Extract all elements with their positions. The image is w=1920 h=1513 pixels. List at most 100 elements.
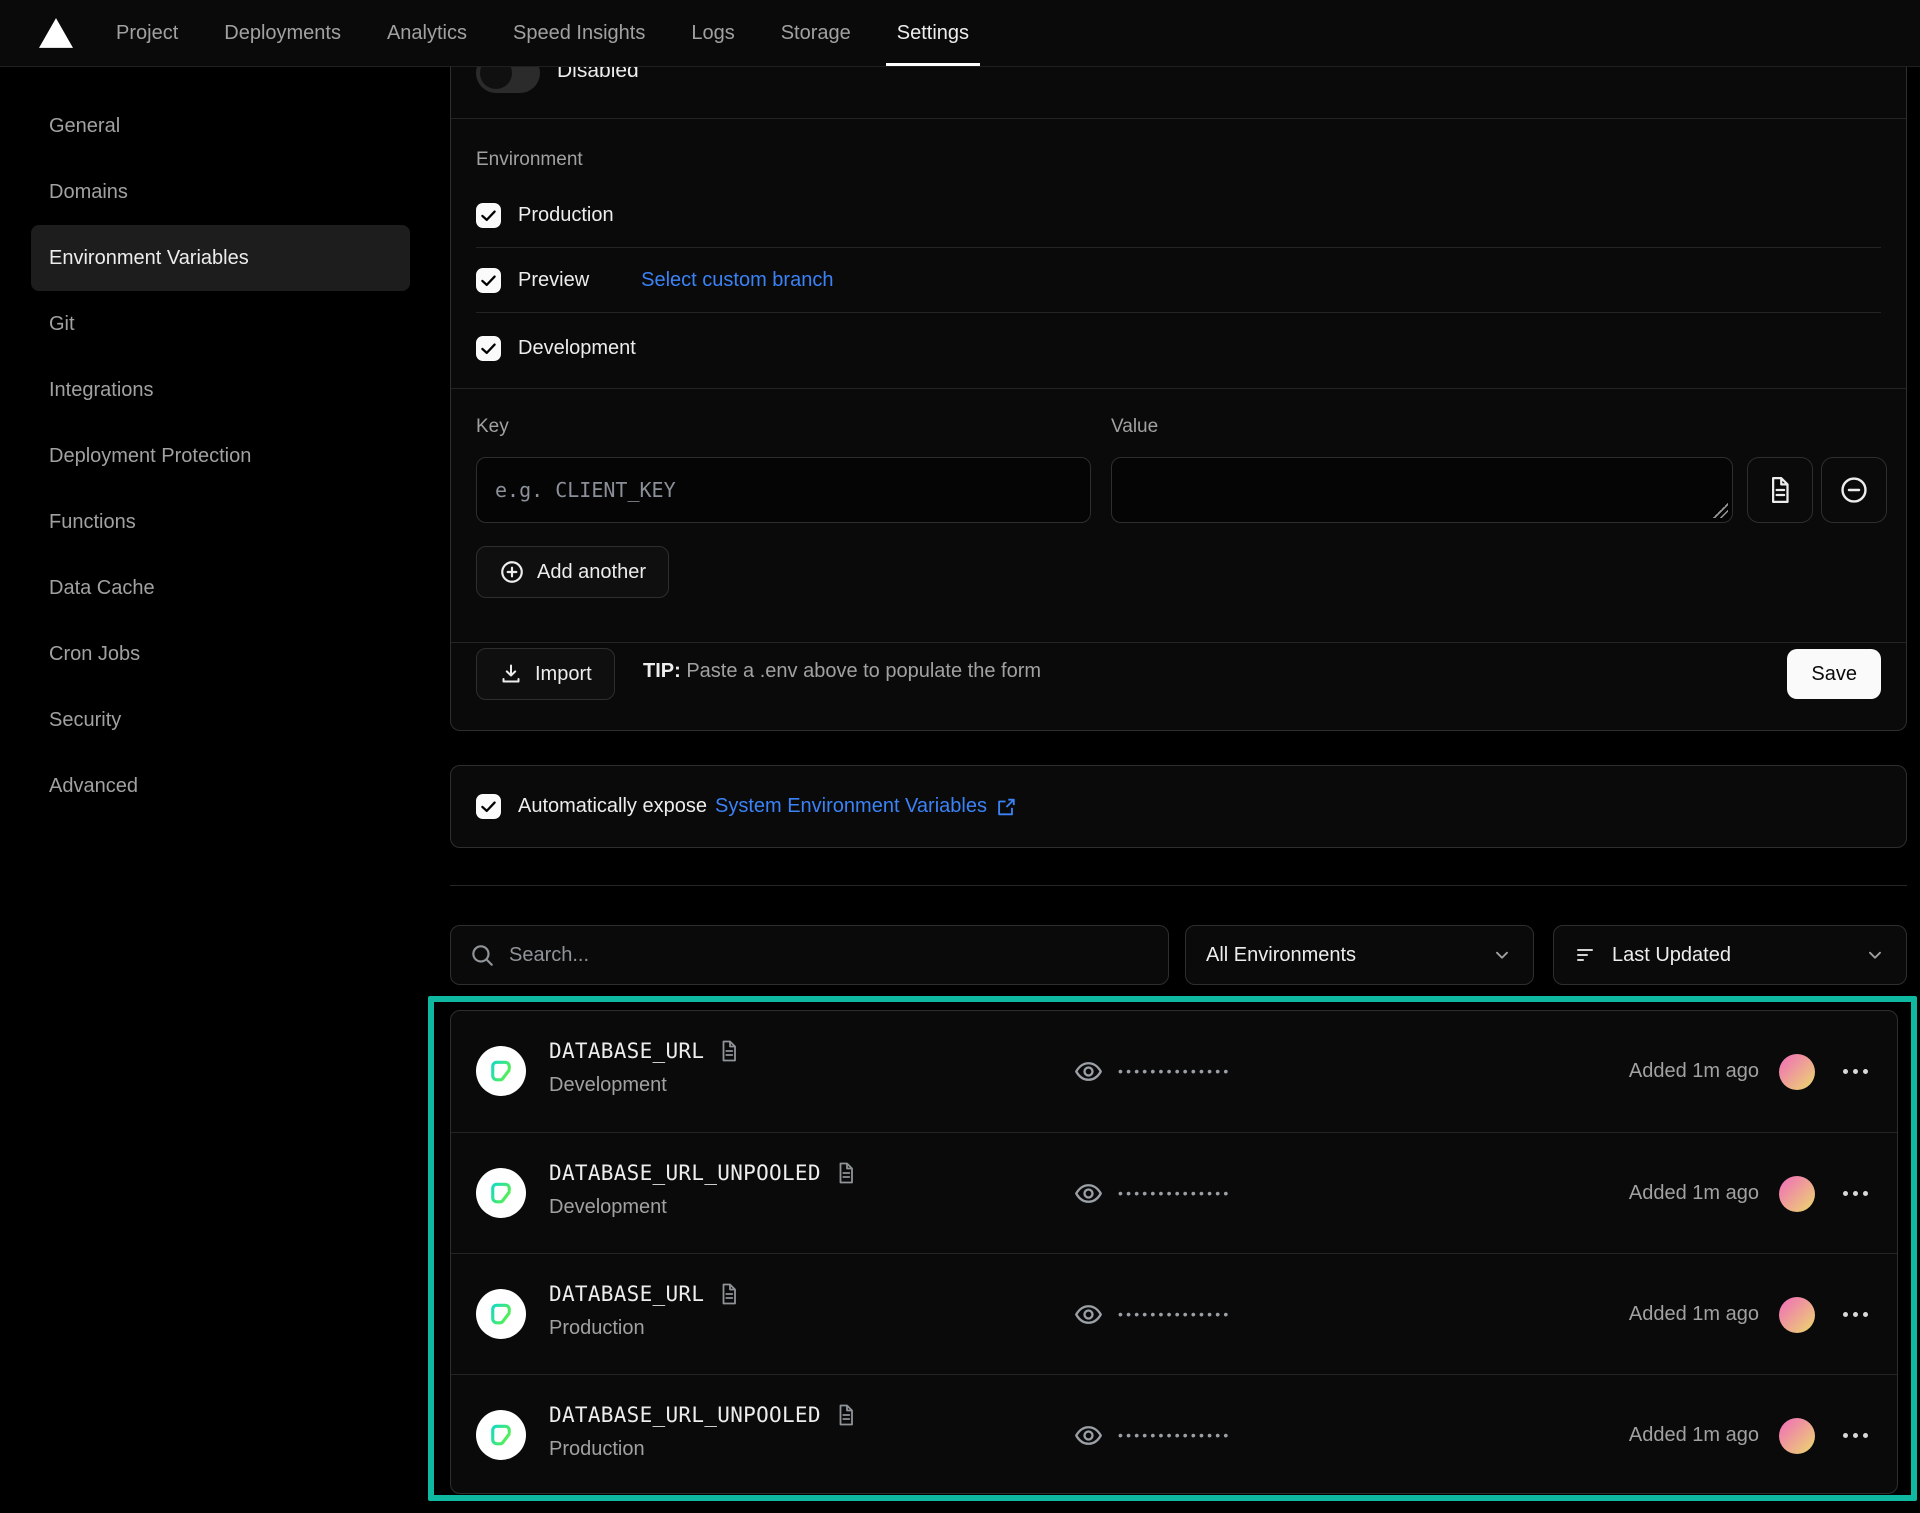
sidebar-item-domains[interactable]: Domains (31, 159, 410, 225)
row-menu-ellipsis-icon[interactable] (1835, 1063, 1872, 1080)
system-env-variables-link[interactable]: System Environment Variables (715, 795, 987, 818)
save-button[interactable]: Save (1787, 649, 1881, 699)
env-variable-row[interactable]: DATABASE_URL_UNPOOLED Development ••••••… (451, 1132, 1897, 1253)
tip-text: Paste a .env above to populate the form (681, 660, 1041, 682)
add-another-button[interactable]: Add another (476, 546, 669, 598)
top-navigation: Project Deployments Analytics Speed Insi… (0, 0, 1920, 67)
env-variable-row[interactable]: DATABASE_URL Development •••••••••••••• … (451, 1011, 1897, 1132)
plus-circle-icon (499, 559, 525, 585)
note-icon[interactable] (834, 1403, 858, 1427)
import-button[interactable]: Import (476, 648, 615, 700)
environment-variables-settings-page: Project Deployments Analytics Speed Insi… (0, 0, 1920, 1513)
sidebar-item-environment-variables[interactable]: Environment Variables (31, 225, 410, 291)
toggle-label: Disabled (557, 67, 639, 86)
sidebar-item-data-cache[interactable]: Data Cache (31, 555, 410, 621)
paste-env-file-button[interactable] (1747, 457, 1813, 523)
env-var-name: DATABASE_URL (549, 1039, 704, 1063)
masked-value: •••••••••••••• (1118, 1061, 1231, 1081)
sidebar-item-git[interactable]: Git (31, 291, 410, 357)
nav-tab-speed-insights[interactable]: Speed Insights (490, 0, 668, 66)
neon-integration-icon (476, 1410, 526, 1460)
sidebar-item-label: Integrations (49, 379, 154, 402)
sidebar-item-deployment-protection[interactable]: Deployment Protection (31, 423, 410, 489)
external-link-icon[interactable] (995, 796, 1017, 818)
env-var-environment: Development (549, 1196, 667, 1219)
vercel-logo-icon[interactable] (37, 16, 75, 50)
value-textarea[interactable] (1111, 457, 1733, 523)
nav-tab-storage[interactable]: Storage (758, 0, 874, 66)
nav-tab-deployments[interactable]: Deployments (201, 0, 364, 66)
expose-text: Automatically expose System Environment … (518, 795, 1017, 818)
sidebar-item-security[interactable]: Security (31, 687, 410, 753)
sidebar-item-label: Functions (49, 511, 136, 534)
key-field-label: Key (476, 416, 509, 438)
eye-icon[interactable] (1073, 1056, 1104, 1087)
user-avatar[interactable] (1779, 1297, 1815, 1333)
development-checkbox[interactable] (476, 336, 501, 361)
sort-select[interactable]: Last Updated (1553, 925, 1907, 985)
sidebar-item-label: Security (49, 709, 121, 732)
environment-row-development: Development (476, 336, 636, 361)
masked-value: •••••••••••••• (1118, 1304, 1231, 1324)
expose-checkbox[interactable] (476, 794, 501, 819)
environment-filter-select[interactable]: All Environments (1185, 925, 1534, 985)
env-var-name: DATABASE_URL_UNPOOLED (549, 1403, 821, 1427)
masked-value: •••••••••••••• (1118, 1425, 1231, 1445)
neon-integration-icon (476, 1168, 526, 1218)
environment-row-preview: Preview Select custom branch (476, 268, 833, 293)
env-variable-form-card: Disabled Environment Production Preview … (450, 67, 1907, 731)
masked-value: •••••••••••••• (1118, 1183, 1231, 1203)
env-variable-row[interactable]: DATABASE_URL_UNPOOLED Production •••••••… (451, 1374, 1897, 1494)
user-avatar[interactable] (1779, 1418, 1815, 1454)
sidebar-item-functions[interactable]: Functions (31, 489, 410, 555)
preview-checkbox[interactable] (476, 268, 501, 293)
development-label: Development (518, 337, 636, 360)
nav-tab-project[interactable]: Project (93, 0, 201, 66)
textarea-resize-handle[interactable] (1713, 503, 1728, 518)
env-var-environment: Development (549, 1074, 667, 1097)
search-box[interactable] (450, 925, 1169, 985)
import-tip: TIP: Paste a .env above to populate the … (643, 660, 1041, 683)
eye-icon[interactable] (1073, 1299, 1104, 1330)
eye-icon[interactable] (1073, 1420, 1104, 1451)
neon-integration-icon (476, 1289, 526, 1339)
sidebar-item-general[interactable]: General (31, 93, 410, 159)
sidebar-item-advanced[interactable]: Advanced (31, 753, 410, 819)
added-timestamp: Added 1m ago (1629, 1424, 1759, 1447)
checkmark-icon (478, 796, 499, 817)
row-menu-ellipsis-icon[interactable] (1835, 1185, 1872, 1202)
sidebar-item-cron-jobs[interactable]: Cron Jobs (31, 621, 410, 687)
production-checkbox[interactable] (476, 203, 501, 228)
eye-icon[interactable] (1073, 1178, 1104, 1209)
remove-row-button[interactable] (1821, 457, 1887, 523)
note-icon[interactable] (834, 1161, 858, 1185)
user-avatar[interactable] (1779, 1054, 1815, 1090)
row-menu-ellipsis-icon[interactable] (1835, 1306, 1872, 1323)
sidebar-item-label: Cron Jobs (49, 643, 140, 666)
row-menu-ellipsis-icon[interactable] (1835, 1427, 1872, 1444)
search-input[interactable] (509, 944, 1150, 967)
nav-tab-logs[interactable]: Logs (668, 0, 757, 66)
nav-tab-settings[interactable]: Settings (874, 0, 992, 66)
select-custom-branch-link[interactable]: Select custom branch (641, 269, 833, 292)
nav-tab-analytics[interactable]: Analytics (364, 0, 490, 66)
sidebar-item-integrations[interactable]: Integrations (31, 357, 410, 423)
import-label: Import (535, 663, 592, 686)
key-input[interactable] (476, 457, 1091, 523)
environment-filter-value: All Environments (1206, 944, 1477, 967)
divider (451, 642, 1906, 643)
download-icon (499, 662, 523, 686)
environment-section-label: Environment (476, 149, 583, 171)
user-avatar[interactable] (1779, 1176, 1815, 1212)
search-icon (469, 942, 495, 968)
note-icon[interactable] (717, 1282, 741, 1306)
preview-label: Preview (518, 269, 589, 292)
toggle-knob (480, 67, 512, 89)
sidebar-item-label: Advanced (49, 775, 138, 798)
sensitive-toggle[interactable] (476, 67, 540, 93)
env-variable-row[interactable]: DATABASE_URL Production •••••••••••••• A… (451, 1253, 1897, 1374)
nav-tab-label: Deployments (224, 22, 341, 45)
env-var-environment: Production (549, 1438, 645, 1461)
note-icon[interactable] (717, 1039, 741, 1063)
expose-prefix: Automatically expose (518, 795, 707, 818)
